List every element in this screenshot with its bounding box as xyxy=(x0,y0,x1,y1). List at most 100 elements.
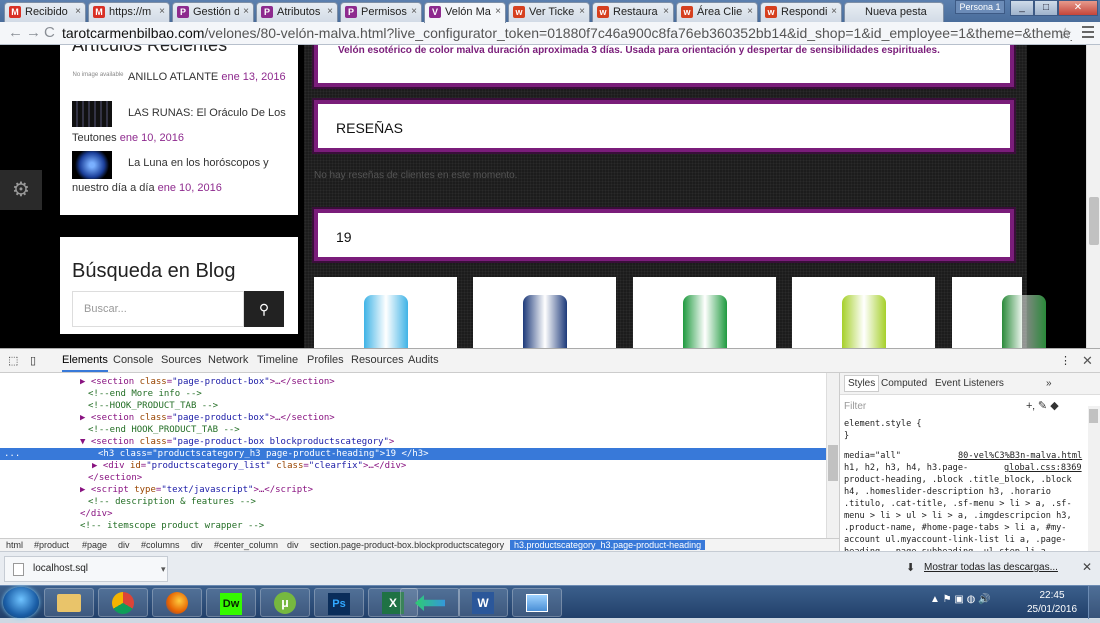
dom-node-line[interactable]: <!-- itemscope product wrapper --> xyxy=(0,520,826,532)
close-tab-icon[interactable]: × xyxy=(75,3,81,21)
system-clock[interactable]: 22:45 25/01/2016 xyxy=(1026,589,1078,617)
firefox-app[interactable] xyxy=(152,588,202,617)
page-scrollbar[interactable] xyxy=(1086,45,1100,348)
node-actions-icon[interactable]: ... xyxy=(4,448,20,460)
reload-icon[interactable]: C xyxy=(44,24,55,42)
styles-tab-event-listeners[interactable]: Event Listeners xyxy=(935,378,1004,389)
devtools-tab-network[interactable]: Network xyxy=(208,354,248,366)
browser-tab[interactable]: P Atributos × xyxy=(256,2,338,22)
breadcrumb-item[interactable]: div xyxy=(287,540,299,550)
dom-node-line[interactable]: <!--end More info --> xyxy=(0,388,826,400)
style-source-link[interactable]: 80-vel%C3%B3n-malva.html xyxy=(958,451,1082,461)
word-app[interactable]: W xyxy=(458,588,508,617)
back-icon[interactable]: ← xyxy=(8,24,23,42)
close-tab-icon[interactable]: × xyxy=(663,3,669,21)
dom-node-line[interactable]: ▶ <section class="page-product-box">…</s… xyxy=(0,376,826,388)
devtools-menu-icon[interactable]: ⋮ xyxy=(1060,354,1071,367)
breadcrumb-item[interactable]: #center_column xyxy=(214,540,278,550)
dom-node-line[interactable]: ▼ <section class="page-product-box block… xyxy=(0,436,826,448)
close-tab-icon[interactable]: × xyxy=(159,3,165,21)
utorrent-app[interactable]: µ xyxy=(260,588,310,617)
breadcrumb-item[interactable]: div xyxy=(118,540,130,550)
browser-tab[interactable]: Nueva pesta xyxy=(844,2,944,22)
start-button[interactable] xyxy=(3,587,39,618)
product-card[interactable] xyxy=(473,277,616,348)
elements-scrollbar[interactable] xyxy=(826,373,839,538)
explorer-app[interactable] xyxy=(44,588,94,617)
breadcrumb-item[interactable]: #product xyxy=(34,540,69,550)
blog-post-item[interactable]: La Luna en los horóscopos y nuestro día … xyxy=(72,151,294,201)
close-tab-icon[interactable]: × xyxy=(243,3,249,21)
product-card[interactable] xyxy=(792,277,935,348)
browser-tab[interactable]: Mhttps://m × xyxy=(88,2,170,22)
maximize-button[interactable]: □ xyxy=(1034,0,1058,16)
device-mode-icon[interactable]: ▯ xyxy=(30,354,36,367)
close-window-button[interactable]: ✕ xyxy=(1058,0,1098,16)
blog-post-item[interactable]: ANILLO ATLANTE ene 13, 2016 xyxy=(72,65,294,90)
devtools-tab-resources[interactable]: Resources xyxy=(351,354,404,366)
browser-tab[interactable]: w Respondi × xyxy=(760,2,842,22)
close-tab-icon[interactable]: × xyxy=(747,3,753,21)
minimize-button[interactable]: _ xyxy=(1010,0,1034,16)
breadcrumb-item[interactable]: section.page-product-box.blockproductsca… xyxy=(310,540,504,550)
browser-tab[interactable]: P Permisos × xyxy=(340,2,422,22)
devtools-tab-console[interactable]: Console xyxy=(113,354,153,366)
system-tray[interactable]: ▲ ⚑ ▣ ◍ 🔊 xyxy=(930,594,991,605)
chevron-down-icon[interactable]: ▾ xyxy=(161,557,166,581)
dom-node-line[interactable]: ▶ <script type="text/javascript">…</scri… xyxy=(0,484,826,496)
show-all-downloads-link[interactable]: Mostrar todas las descargas... xyxy=(924,562,1058,573)
dreamweaver-app[interactable]: Dw xyxy=(206,588,256,617)
post-title[interactable]: ANILLO ATLANTE xyxy=(128,71,218,83)
browser-tab[interactable]: w Área Clie × xyxy=(676,2,758,22)
dom-node-line[interactable]: ▶ <div id="productscategory_list" class=… xyxy=(0,460,826,472)
styles-scrollbar[interactable] xyxy=(1088,406,1100,552)
page-scrollbar-thumb[interactable] xyxy=(1089,197,1099,245)
candle-image[interactable] xyxy=(683,295,727,348)
browser-tab[interactable]: w Ver Ticke × xyxy=(508,2,590,22)
devtools-tab-audits[interactable]: Audits xyxy=(408,354,439,366)
devtools-tab-timeline[interactable]: Timeline xyxy=(257,354,298,366)
devtools-tab-profiles[interactable]: Profiles xyxy=(307,354,344,366)
more-tabs-icon[interactable]: » xyxy=(1046,378,1052,389)
address-bar[interactable]: tarotcarmenbilbao.com/velones/80-velón-m… xyxy=(62,24,1072,43)
dom-node-line[interactable]: <!-- description & features --> xyxy=(0,496,826,508)
forward-icon[interactable]: → xyxy=(26,24,41,42)
photoshop-app[interactable]: Ps xyxy=(314,588,364,617)
close-tab-icon[interactable]: × xyxy=(411,3,417,21)
product-card[interactable] xyxy=(952,277,1046,348)
close-tab-icon[interactable]: × xyxy=(495,3,501,21)
inspect-icon[interactable]: ⬚ xyxy=(8,354,18,367)
chrome-app[interactable] xyxy=(98,588,148,617)
styles-toolbar-icons[interactable]: +‚ ✎ ◆ xyxy=(1026,399,1059,412)
breadcrumb-item[interactable]: div xyxy=(191,540,203,550)
dom-node-line[interactable]: <h3 class="productscategory_h3 page-prod… xyxy=(0,448,826,460)
devtools-close-icon[interactable]: ✕ xyxy=(1082,353,1093,369)
close-icon[interactable]: ✕ xyxy=(1082,560,1092,574)
browser-tab[interactable]: P Gestión d × xyxy=(172,2,254,22)
download-item[interactable]: localhost.sql ▾ xyxy=(4,556,168,582)
settings-gear-icon[interactable]: ⚙ xyxy=(0,170,42,210)
devtools-tab-sources[interactable]: Sources xyxy=(161,354,201,366)
close-tab-icon[interactable]: × xyxy=(831,3,837,21)
breadcrumb-item[interactable]: html xyxy=(6,540,23,550)
styles-filter-input[interactable]: Filter xyxy=(844,401,866,412)
download-filename[interactable]: localhost.sql xyxy=(33,563,88,574)
styles-tab-styles[interactable]: Styles xyxy=(844,375,880,392)
styles-scrollbar-thumb[interactable] xyxy=(1089,409,1098,423)
style-source-link[interactable]: global.css:8369 xyxy=(1004,463,1082,473)
browser-tab[interactable]: w Restaura × xyxy=(592,2,674,22)
browser-tab[interactable]: V Velón Ma × xyxy=(424,2,506,23)
blog-post-item[interactable]: LAS RUNAS: El Oráculo De Los Teutones en… xyxy=(72,101,294,151)
profile-button[interactable]: Persona 1 xyxy=(955,0,1005,14)
transfer-app[interactable] xyxy=(400,588,460,617)
dom-node-line[interactable]: ▶ <section class="page-product-box">…</s… xyxy=(0,412,826,424)
show-desktop-button[interactable] xyxy=(1088,586,1100,619)
candle-image[interactable] xyxy=(1002,295,1046,348)
dom-node-line[interactable]: <!--end HOOK_PRODUCT_TAB --> xyxy=(0,424,826,436)
bookmark-star-icon[interactable]: ☆ xyxy=(1058,24,1072,44)
image-viewer-app[interactable] xyxy=(512,588,562,617)
breadcrumb-item[interactable]: #page xyxy=(82,540,107,550)
dom-node-line[interactable]: <!--HOOK_PRODUCT_TAB --> xyxy=(0,400,826,412)
close-tab-icon[interactable]: × xyxy=(327,3,333,21)
breadcrumb-item[interactable]: #columns xyxy=(141,540,180,550)
